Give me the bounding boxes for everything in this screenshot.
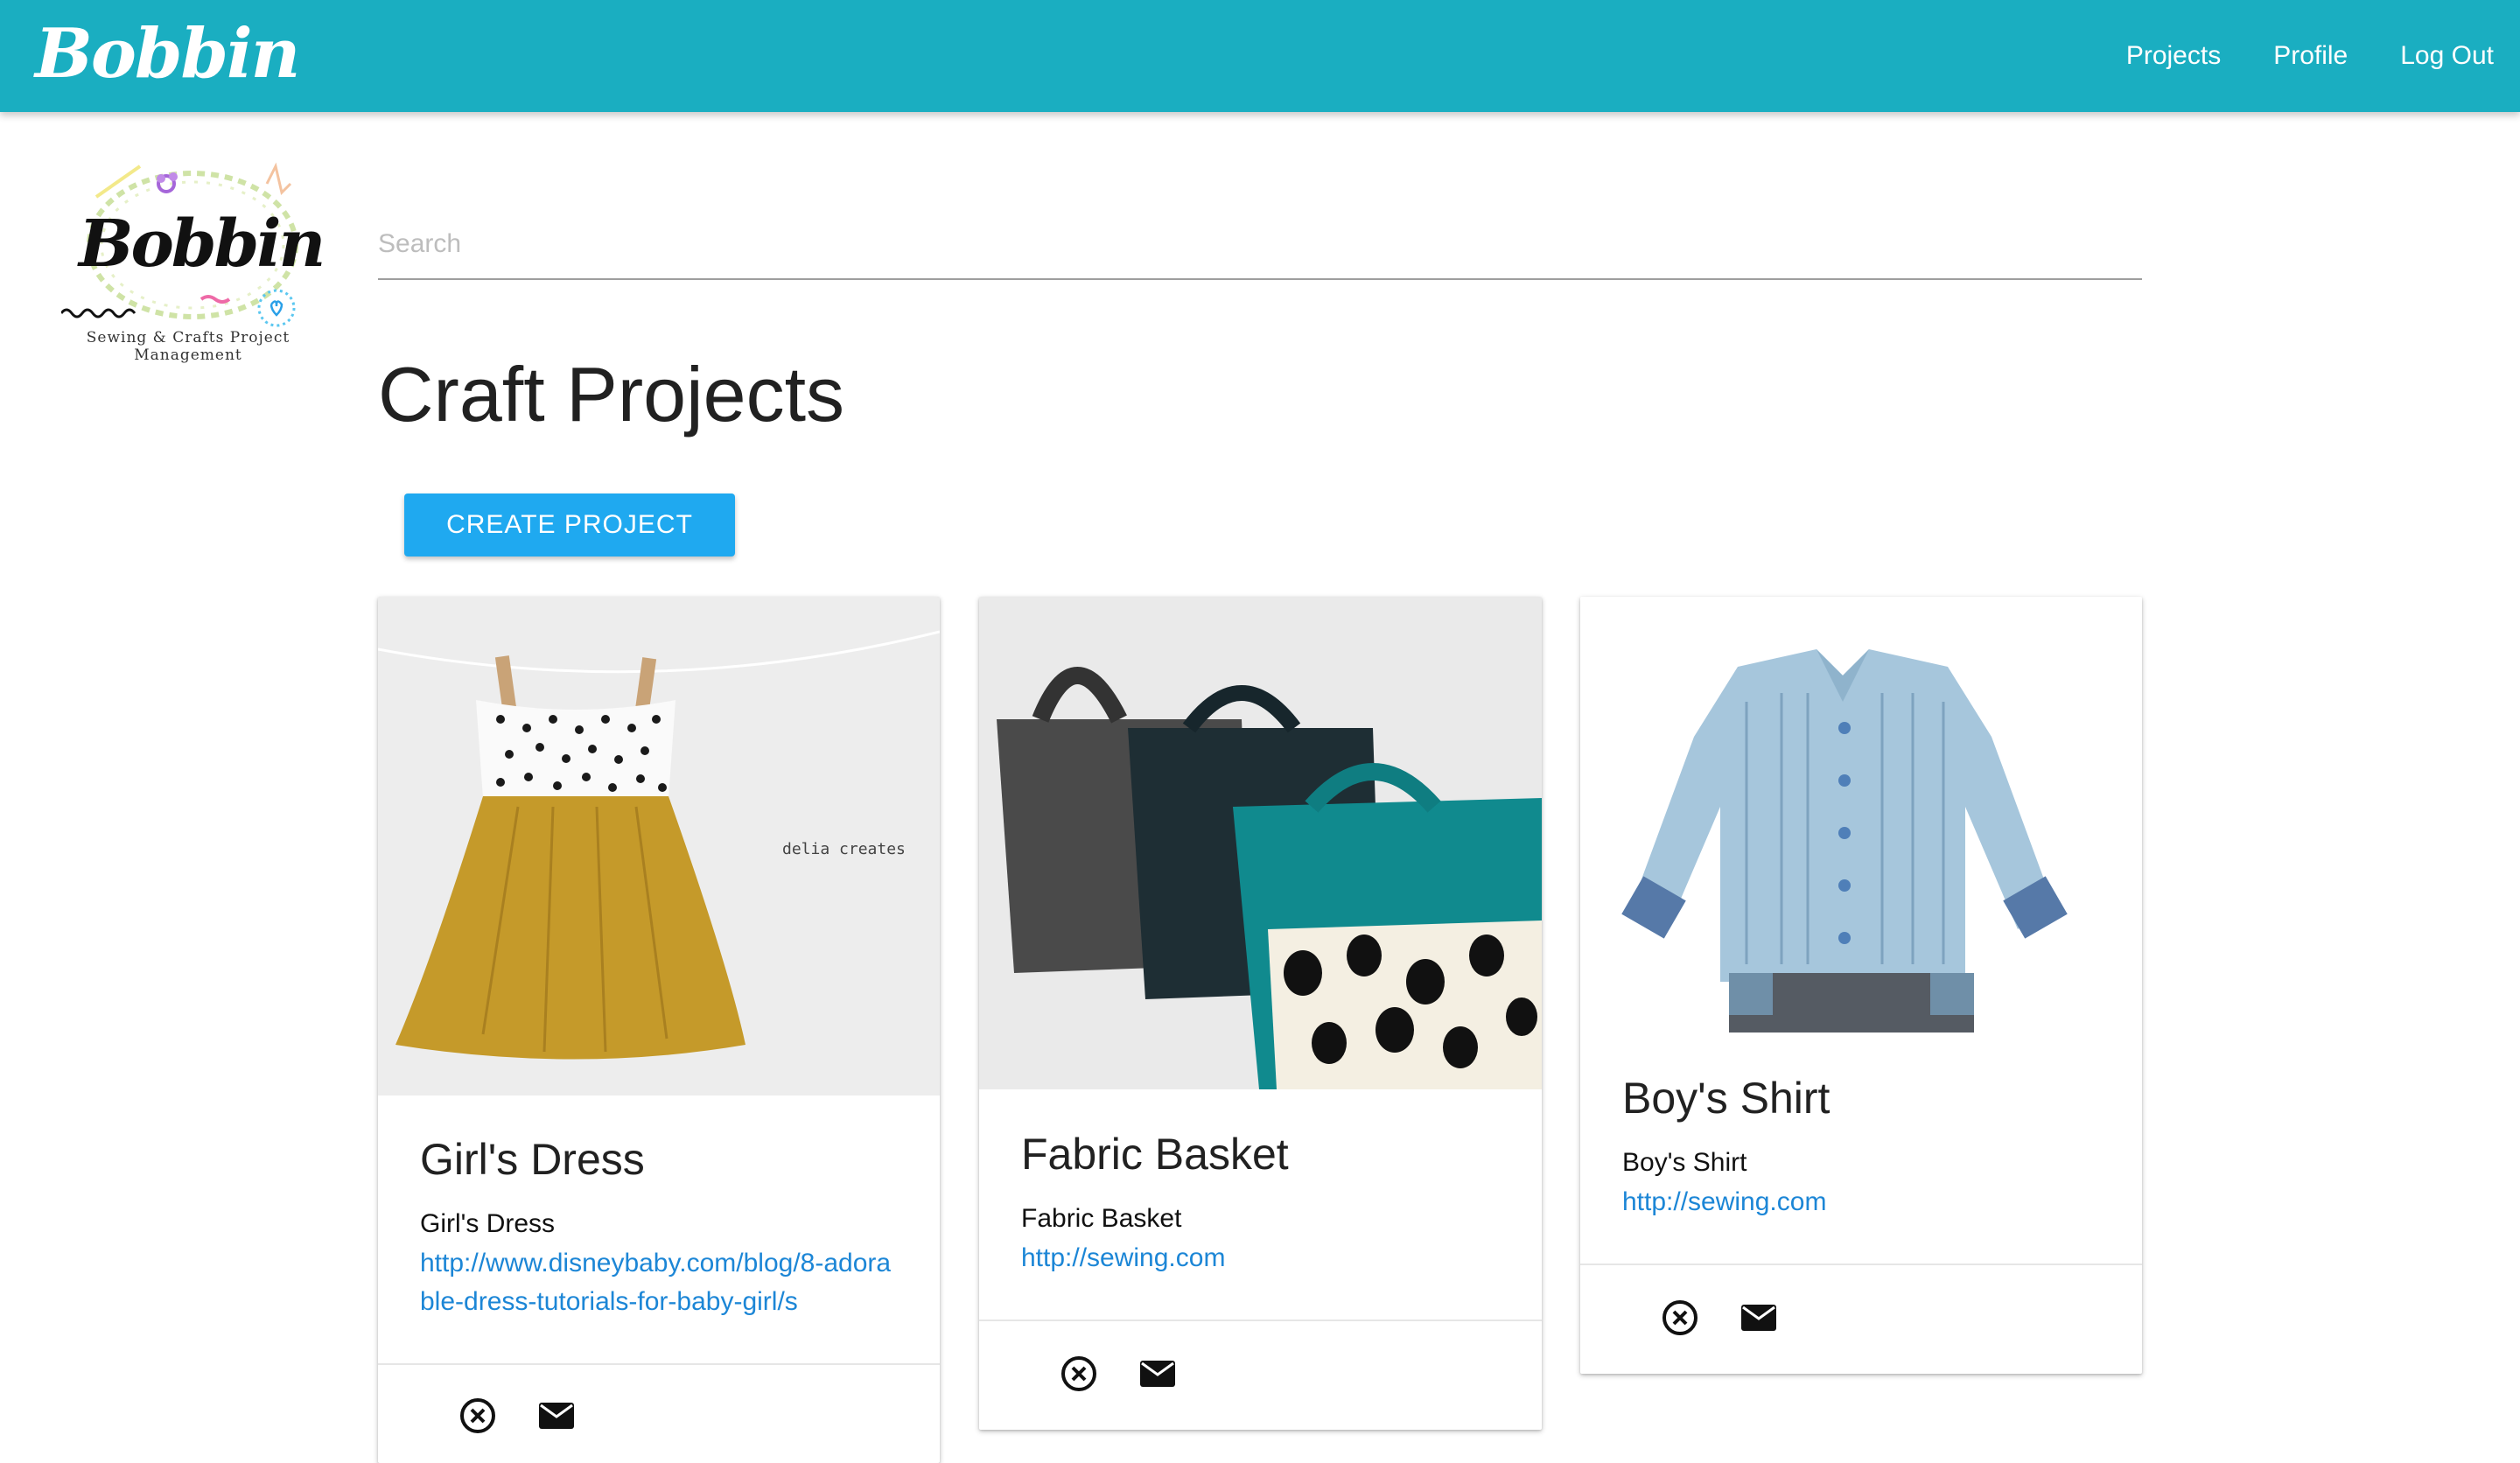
card-description: Fabric Basket (1021, 1204, 1182, 1233)
project-card: Fabric Basket Fabric Basket http://sewin… (979, 597, 1542, 1430)
project-image (979, 597, 1542, 1089)
project-image (1580, 597, 2142, 1032)
search-input[interactable] (378, 210, 2142, 280)
card-actions (378, 1363, 940, 1463)
nav-link-log-out[interactable]: Log Out (2400, 41, 2494, 71)
close-circle-icon[interactable] (1659, 1297, 1701, 1339)
card-actions (979, 1320, 1542, 1430)
sidebar-logo: Bobbin Sewing & Crafts Project Managemen… (35, 149, 341, 364)
mail-icon[interactable] (536, 1395, 578, 1437)
close-circle-icon[interactable] (457, 1395, 499, 1437)
nav-links: Projects Profile Log Out (2074, 0, 2494, 112)
logo-tagline: Sewing & Crafts Project Management (86, 329, 290, 364)
create-project-button[interactable]: CREATE PROJECT (404, 494, 735, 556)
card-actions (1580, 1264, 2142, 1374)
mail-icon[interactable] (1137, 1353, 1179, 1395)
card-title: Boy's Shirt (1622, 1074, 1830, 1123)
card-description: Boy's Shirt (1622, 1148, 1747, 1177)
mail-icon[interactable] (1738, 1297, 1780, 1339)
top-navbar: Bobbin Projects Profile Log Out (0, 0, 2520, 112)
nav-link-projects[interactable]: Projects (2126, 41, 2221, 71)
page-title: Craft Projects (378, 351, 845, 438)
image-watermark: delia creates (782, 840, 906, 858)
close-circle-icon[interactable] (1058, 1353, 1100, 1395)
project-card: Boy's Shirt Boy's Shirt http://sewing.co… (1580, 597, 2142, 1374)
card-link[interactable]: http://sewing.com (1622, 1183, 2112, 1222)
card-title: Fabric Basket (1021, 1130, 1289, 1179)
shirt-photo (1580, 597, 2142, 1032)
card-link[interactable]: http://sewing.com (1021, 1239, 1511, 1278)
project-image: delia creates (378, 597, 940, 1096)
card-title: Girl's Dress (420, 1135, 645, 1184)
card-link[interactable]: http://www.disneybaby.com/blog/8-adorabl… (420, 1244, 892, 1321)
logo-title: Bobbin (79, 206, 326, 282)
brand-logo[interactable]: Bobbin (35, 10, 300, 98)
basket-photo (979, 597, 1542, 1089)
card-description: Girl's Dress (420, 1209, 556, 1238)
nav-link-profile[interactable]: Profile (2273, 41, 2348, 71)
project-card: delia creates Girl's Dress Girl's Dress … (378, 597, 940, 1463)
